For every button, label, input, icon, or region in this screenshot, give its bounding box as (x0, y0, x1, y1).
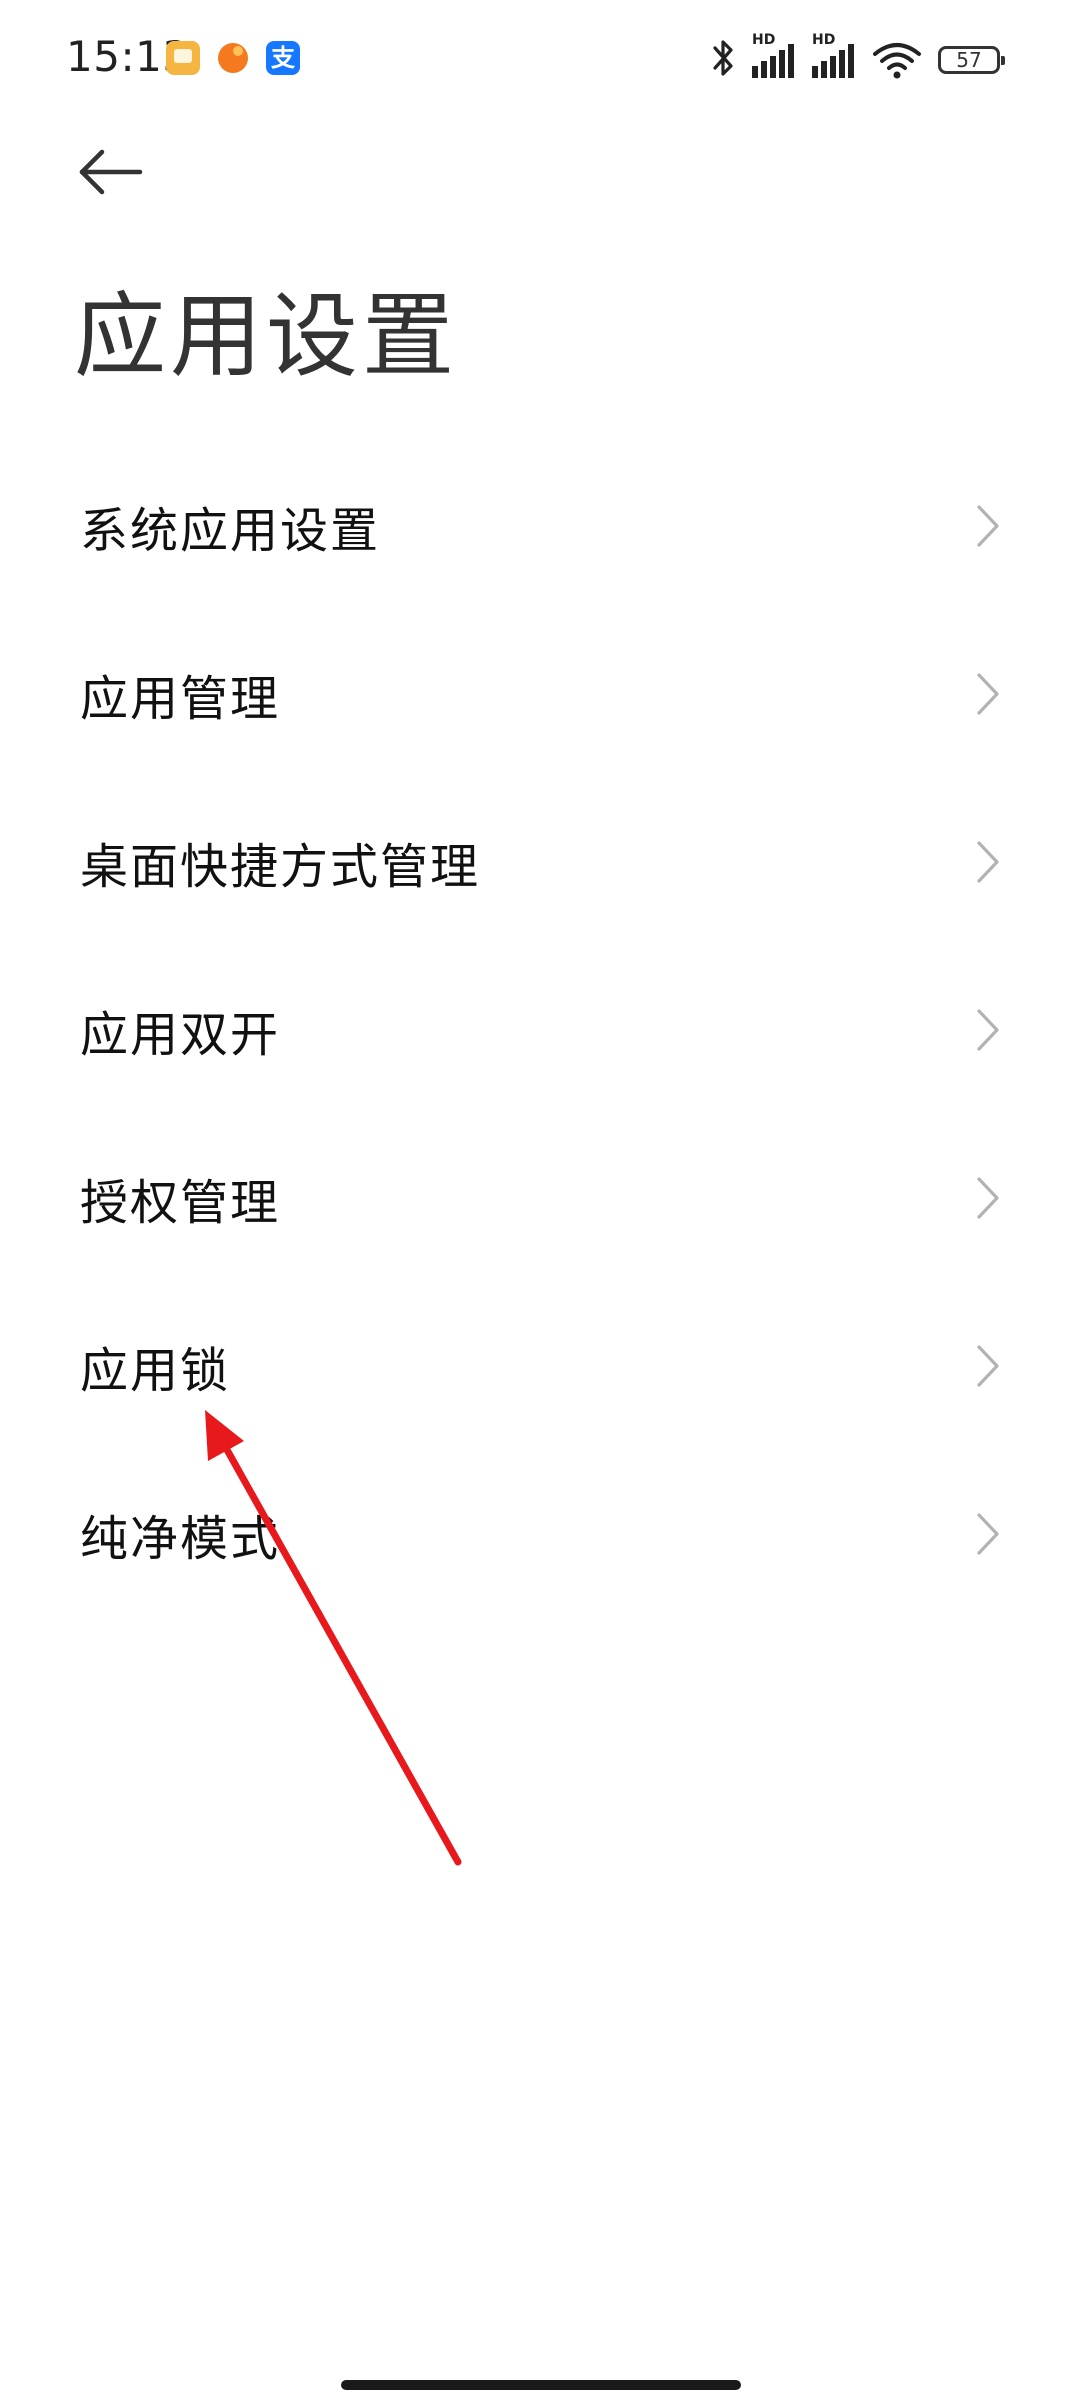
settings-item-system-app-settings[interactable]: 系统应用设置 (0, 442, 1080, 610)
settings-item-app-lock[interactable]: 应用锁 (0, 1282, 1080, 1450)
settings-list: 系统应用设置 应用管理 桌面快捷方式管理 应用双开 授权管理 应用锁 纯净模式 (0, 442, 1080, 1618)
home-indicator[interactable] (341, 2380, 741, 2390)
chevron-right-icon (977, 841, 999, 883)
settings-item-permissions[interactable]: 授权管理 (0, 1114, 1080, 1282)
chevron-right-icon (977, 1513, 999, 1555)
page-title: 应用设置 (74, 283, 459, 390)
status-icons: HD HD 57 (706, 32, 1006, 80)
settings-item-label: 应用锁 (80, 1343, 231, 1399)
wifi-icon (873, 43, 921, 79)
signal-strength-icon (812, 44, 854, 78)
settings-item-label: 系统应用设置 (80, 503, 381, 559)
chevron-right-icon (977, 1177, 999, 1219)
app-settings-screen: 15:13 支 HD HD 57 应用设置 系统应用设置 应用管理 桌面快捷方式… (0, 0, 1080, 2400)
settings-item-label: 授权管理 (80, 1175, 281, 1231)
notes-icon (166, 41, 200, 75)
bluetooth-icon (713, 40, 733, 76)
settings-item-label: 应用双开 (80, 1007, 281, 1063)
back-button[interactable] (74, 134, 150, 210)
chevron-right-icon (977, 505, 999, 547)
battery-indicator: 57 (938, 46, 1005, 74)
chevron-right-icon (977, 1345, 999, 1387)
settings-item-label: 纯净模式 (80, 1511, 281, 1567)
settings-item-desktop-shortcuts[interactable]: 桌面快捷方式管理 (0, 778, 1080, 946)
arrow-left-icon (79, 149, 143, 195)
status-bar: 15:13 支 HD HD 57 (0, 0, 1080, 120)
chevron-right-icon (977, 673, 999, 715)
settings-item-dual-apps[interactable]: 应用双开 (0, 946, 1080, 1114)
chevron-right-icon (977, 1009, 999, 1051)
orange-app-icon (216, 41, 250, 75)
settings-item-label: 桌面快捷方式管理 (80, 839, 481, 895)
settings-item-label: 应用管理 (80, 671, 281, 727)
settings-item-pure-mode[interactable]: 纯净模式 (0, 1450, 1080, 1618)
settings-item-app-management[interactable]: 应用管理 (0, 610, 1080, 778)
signal-strength-icon (752, 44, 794, 78)
alipay-icon: 支 (266, 41, 300, 75)
